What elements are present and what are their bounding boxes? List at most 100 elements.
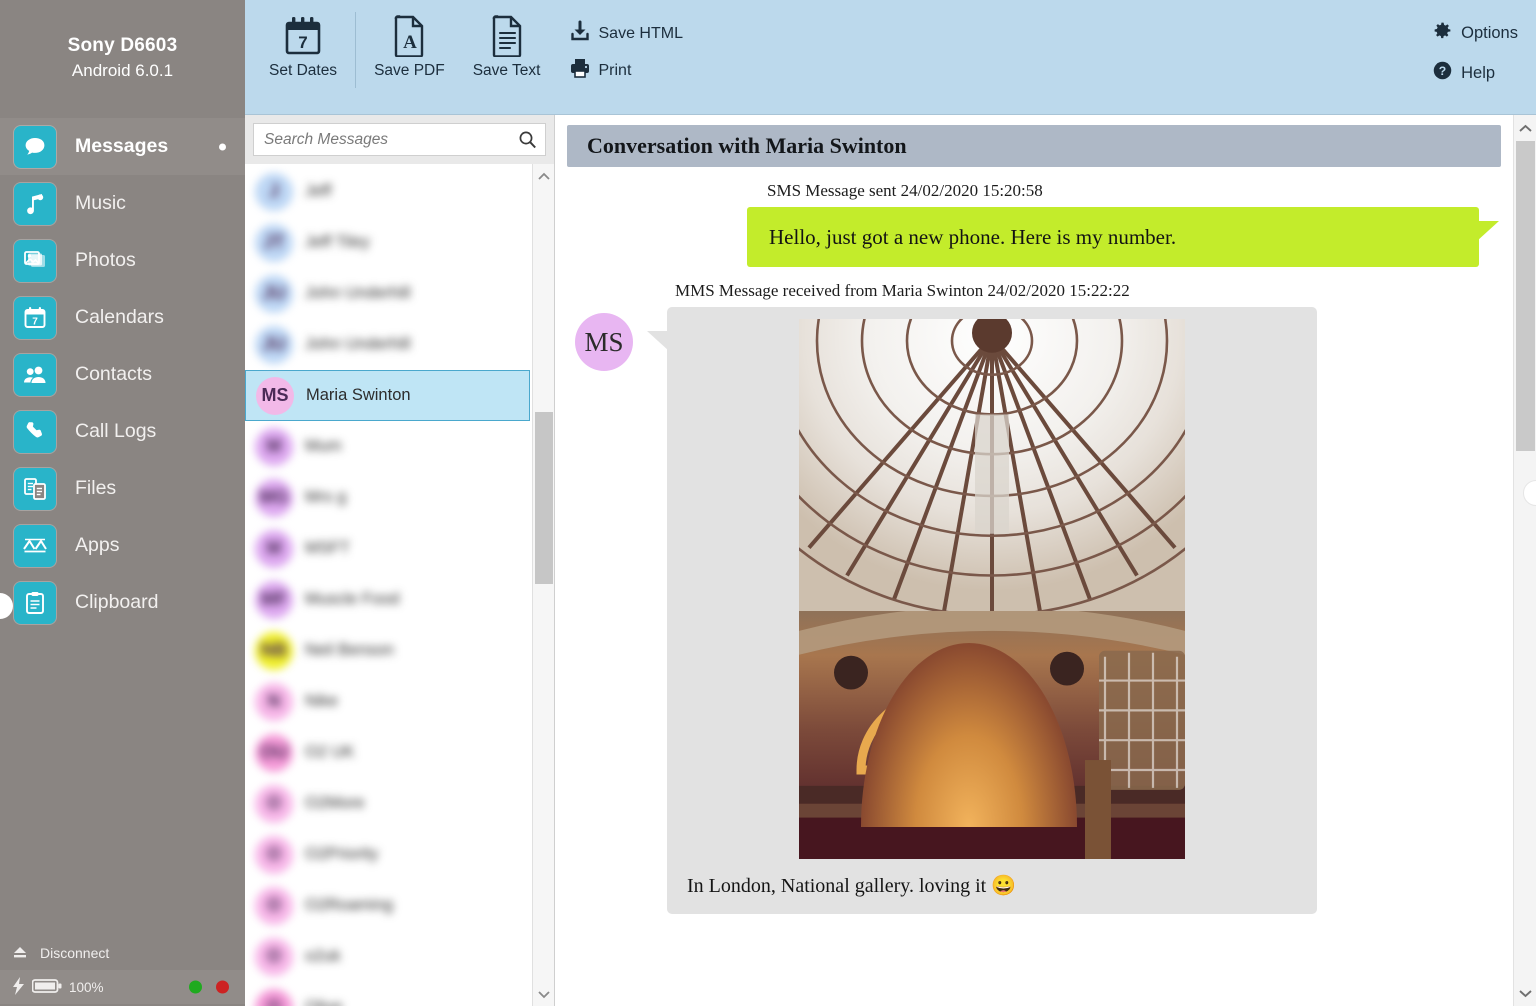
avatar: M xyxy=(255,427,293,466)
scrollbar-thumb[interactable] xyxy=(535,412,553,584)
conversation-list-item[interactable]: O O2More xyxy=(245,778,532,829)
conversation-list-item[interactable]: OU O2 UK xyxy=(245,727,532,778)
toolbar-divider xyxy=(355,12,357,88)
avatar: MG xyxy=(255,478,293,517)
conversation-name: O2More xyxy=(305,794,365,812)
clipboard-icon xyxy=(14,581,56,624)
pdf-file-icon: A xyxy=(392,12,426,60)
save-pdf-label: Save PDF xyxy=(374,62,445,79)
sidebar-item-label: Apps xyxy=(75,534,120,556)
avatar: MF xyxy=(255,580,293,619)
sidebar: Messages Music Photos 7 Calendars Contac… xyxy=(0,115,245,1006)
scroll-down-icon[interactable] xyxy=(1514,983,1536,1003)
sidebar-item-label: Calendars xyxy=(75,306,164,328)
conversation-name: Maria Swinton xyxy=(306,386,411,404)
photo-dome-structure xyxy=(799,319,1185,626)
conversation-list-item[interactable]: O Olive xyxy=(245,982,532,1006)
conversation-name: Nike xyxy=(305,692,339,710)
conversation-list-item[interactable]: M Mum xyxy=(245,421,532,472)
conversation-list-item[interactable]: NB Neil Benson xyxy=(245,625,532,676)
avatar: OU xyxy=(255,733,293,772)
conversation-scroll-area: Conversation with Maria Swinton SMS Mess… xyxy=(555,115,1513,1006)
message-bubble-row: MS In London, National gallery. loving i… xyxy=(567,307,1501,914)
avatar: O xyxy=(255,988,293,1006)
help-button[interactable]: ? Help xyxy=(1432,60,1495,86)
conversation-list-item[interactable]: MF Muscle Food xyxy=(245,574,532,625)
sidebar-item-label: Photos xyxy=(75,249,136,271)
conversation-list-item[interactable]: JU John Underhill xyxy=(245,268,532,319)
conversation-name: o2uk xyxy=(305,947,341,965)
gear-icon xyxy=(1432,20,1453,46)
save-text-label: Save Text xyxy=(472,62,541,79)
sidebar-item-music[interactable]: Music xyxy=(0,175,245,232)
conversation-list-item[interactable]: Oo2uk xyxy=(245,931,532,982)
top-bar: Sony D6603 Android 6.0.1 7 Set Dates A S… xyxy=(0,0,1536,115)
conversation-scrollbar[interactable] xyxy=(1513,115,1536,1006)
conversation-name: Olive xyxy=(305,998,343,1006)
message-bubble-row: Hello, just got a new phone. Here is my … xyxy=(567,207,1501,267)
conversation-name: Neil Benson xyxy=(305,641,394,659)
avatar: N xyxy=(255,682,293,721)
sidebar-item-files[interactable]: Files xyxy=(0,460,245,517)
conversation-name: MSFT xyxy=(305,539,350,557)
disconnect-button[interactable]: Disconnect xyxy=(0,936,245,970)
toolbar-group-dates: 7 Set Dates xyxy=(255,0,351,114)
conversation-list-item[interactable]: O O2Priority xyxy=(245,829,532,880)
help-icon: ? xyxy=(1432,60,1453,86)
sidebar-item-clipboard[interactable]: Clipboard xyxy=(0,574,245,631)
disconnect-label: Disconnect xyxy=(40,945,110,961)
conversation-list-scrollbar[interactable] xyxy=(532,164,554,1006)
conversation-title: Conversation with Maria Swinton xyxy=(567,125,1501,167)
search-icon[interactable] xyxy=(518,130,537,149)
svg-text:?: ? xyxy=(1439,64,1446,78)
files-icon xyxy=(14,467,56,510)
toolbar-group-right: Options ? Help xyxy=(1432,20,1518,86)
sidebar-item-calendars[interactable]: 7 Calendars xyxy=(0,289,245,346)
sidebar-item-messages[interactable]: Messages xyxy=(0,118,245,175)
conversation-panel: Conversation with Maria Swinton SMS Mess… xyxy=(555,115,1536,1006)
options-button[interactable]: Options xyxy=(1432,20,1518,46)
save-html-button[interactable]: Save HTML xyxy=(569,20,683,47)
conversation-list-item[interactable]: JT Jeff Tiley xyxy=(245,217,532,268)
toolbar-group-output: Save HTML Print xyxy=(569,0,683,84)
panel-expand-handle[interactable] xyxy=(1523,480,1536,506)
search-box[interactable] xyxy=(253,123,546,156)
sidebar-item-label: Contacts xyxy=(75,363,152,385)
text-file-icon xyxy=(490,12,524,60)
status-leds xyxy=(189,980,229,994)
mms-bubble: In London, National gallery. loving it 😀 xyxy=(647,307,1317,914)
conversation-name: O2Roaming xyxy=(305,896,394,914)
avatar: JU xyxy=(255,325,293,364)
avatar: M xyxy=(255,529,293,568)
conversation-list-item[interactable]: J Jeff xyxy=(245,166,532,217)
save-pdf-button[interactable]: A Save PDF xyxy=(360,0,459,80)
set-dates-button[interactable]: 7 Set Dates xyxy=(255,0,351,80)
sidebar-item-label: Clipboard xyxy=(75,591,159,613)
mms-attachment-image[interactable] xyxy=(799,319,1185,859)
scrollbar-thumb[interactable] xyxy=(1516,141,1535,451)
calendar-icon: 7 xyxy=(14,296,56,339)
print-button[interactable]: Print xyxy=(569,57,683,84)
conversation-list-item[interactable]: MS Maria Swinton xyxy=(245,370,530,421)
sidebar-item-contacts[interactable]: Contacts xyxy=(0,346,245,403)
conversation-list-item[interactable]: JU John Underhill xyxy=(245,319,532,370)
conversation-name: O2 UK xyxy=(305,743,355,761)
avatar: MS xyxy=(256,376,294,415)
sidebar-item-photos[interactable]: Photos xyxy=(0,232,245,289)
conversation-list-item[interactable]: M MSFT xyxy=(245,523,532,574)
scroll-up-icon[interactable] xyxy=(533,166,554,186)
conversation-list[interactable]: J Jeff JT Jeff Tiley JU John Underhill JU John … xyxy=(245,164,532,1006)
conversation-list-item[interactable]: MG Mrs g xyxy=(245,472,532,523)
conversation-list-item[interactable]: N Nike xyxy=(245,676,532,727)
scroll-down-icon[interactable] xyxy=(533,984,554,1004)
sidebar-item-apps[interactable]: Apps xyxy=(0,517,245,574)
conversation-list-panel: J Jeff JT Jeff Tiley JU John Underhill JU John … xyxy=(245,115,555,1006)
conversation-name: Jeff xyxy=(305,182,332,200)
conversation-name: John Underhill xyxy=(305,284,411,302)
main-body: Messages Music Photos 7 Calendars Contac… xyxy=(0,115,1536,1006)
scroll-up-icon[interactable] xyxy=(1514,118,1536,138)
conversation-list-item[interactable]: O O2Roaming xyxy=(245,880,532,931)
search-input[interactable] xyxy=(264,130,518,149)
save-text-button[interactable]: Save Text xyxy=(459,0,555,80)
sidebar-item-call-logs[interactable]: Call Logs xyxy=(0,403,245,460)
